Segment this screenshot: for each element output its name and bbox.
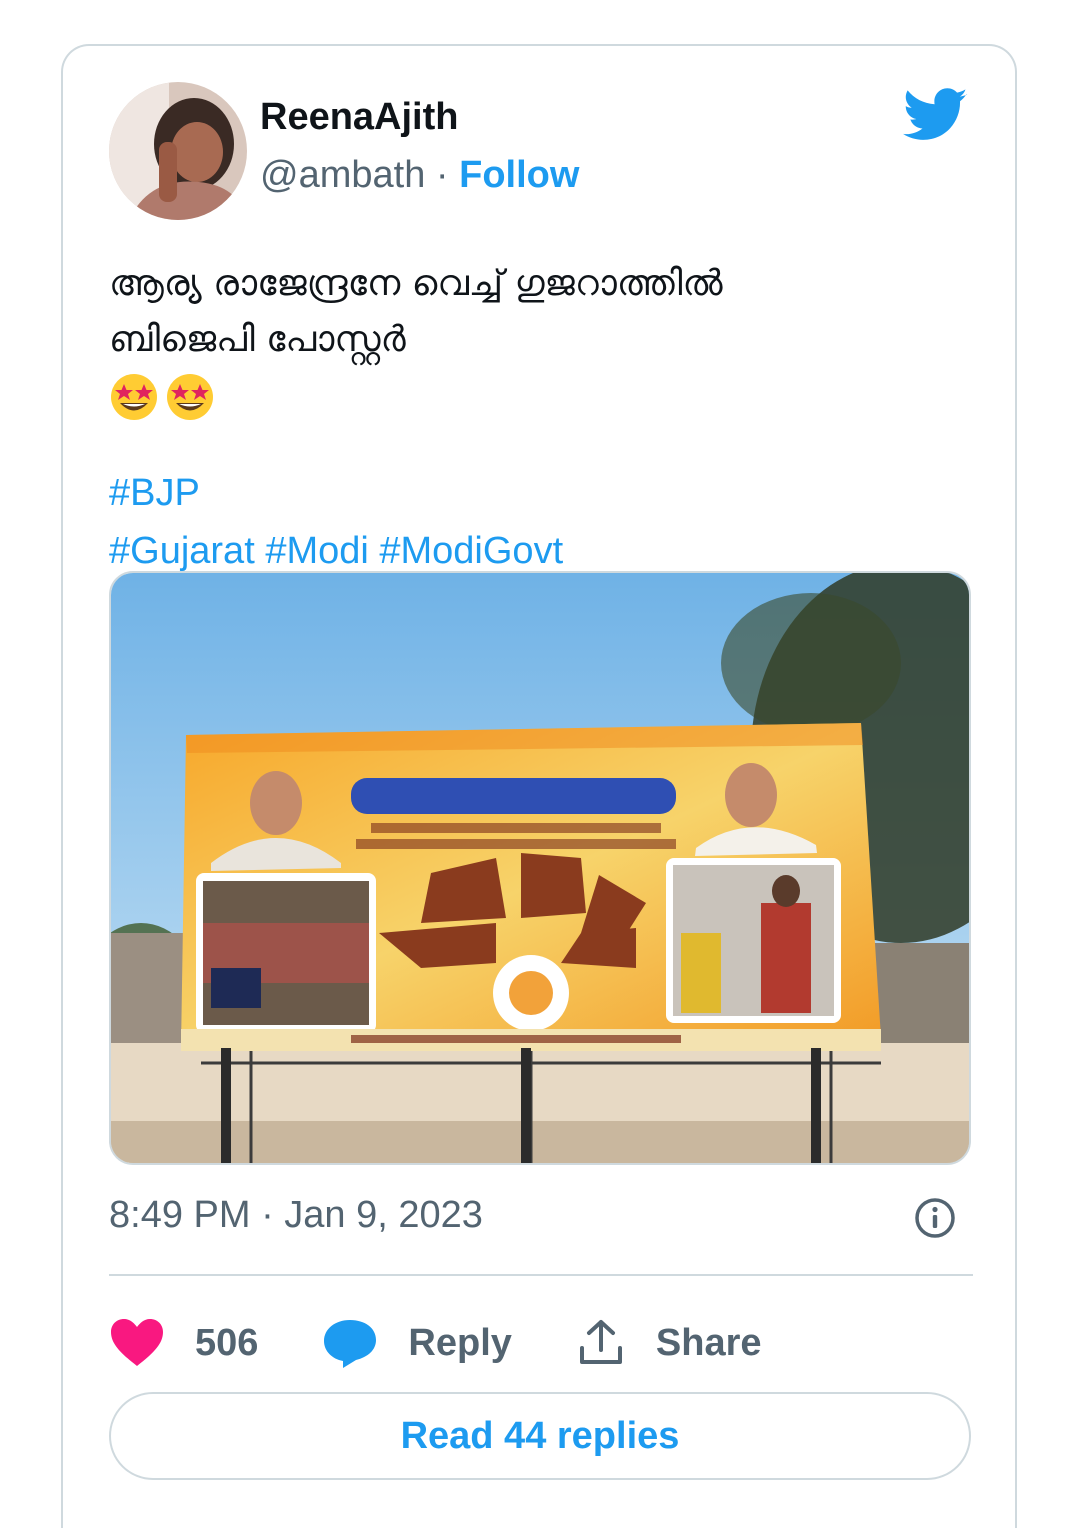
separator-dot: · [425, 154, 460, 196]
star-struck-emoji [167, 374, 213, 420]
tweet-text: ആര്യ രാജേന്ദ്രനേ വെച്ച് ഗുജറാത്തിൽ ബിജെപ… [109, 256, 959, 424]
action-bar: 506 Reply Share [109, 1308, 826, 1378]
heart-icon [111, 1319, 163, 1366]
twitter-bird-icon[interactable] [903, 88, 969, 142]
tweet-media-photo[interactable] [109, 571, 971, 1165]
share-button[interactable]: Share [576, 1318, 762, 1368]
info-icon[interactable] [913, 1196, 957, 1240]
author-name[interactable]: ReenaAjith [260, 96, 458, 139]
tweet-timestamp[interactable]: 8:49 PM · Jan 9, 2023 [109, 1194, 483, 1237]
billboard-photo [111, 573, 969, 1163]
reply-bubble-icon [324, 1320, 377, 1368]
tweet-card: ReenaAjith @ambath · Follow ആര്യ രാജേന്ദ… [61, 44, 1017, 1528]
reply-button[interactable]: Reply [322, 1318, 512, 1368]
hashtag-gujarat[interactable]: #Gujarat [109, 530, 255, 572]
like-button[interactable]: 506 [109, 1318, 258, 1368]
share-icon [579, 1320, 622, 1364]
follow-button[interactable]: Follow [459, 154, 579, 196]
author-meta: @ambath · Follow [260, 154, 579, 197]
hashtag-modi[interactable]: #Modi [265, 530, 369, 572]
reply-label: Reply [408, 1321, 512, 1364]
emoji-row [109, 368, 959, 424]
tweet-text-line-1: ആര്യ രാജേന്ദ്രനേ വെച്ച് ഗുജറാത്തിൽ [109, 263, 723, 304]
hashtags: #BJP #Gujarat #Modi #ModiGovt [109, 464, 563, 580]
like-count: 506 [195, 1321, 259, 1364]
hashtag-bjp[interactable]: #BJP [109, 472, 200, 514]
read-replies-button[interactable]: Read 44 replies [109, 1392, 971, 1480]
divider [109, 1274, 973, 1276]
author-handle[interactable]: @ambath [260, 154, 425, 196]
avatar[interactable] [109, 82, 247, 220]
share-label: Share [655, 1321, 762, 1364]
tweet-text-line-2: ബിജെപി പോസ്റ്റർ [109, 319, 406, 360]
hashtag-modigovt[interactable]: #ModiGovt [379, 530, 563, 572]
star-struck-emoji [111, 374, 157, 420]
